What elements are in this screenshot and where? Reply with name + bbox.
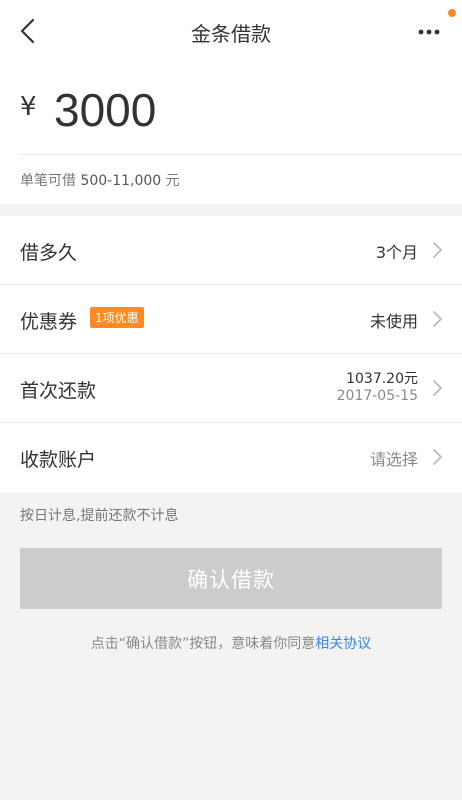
duration-value: 3个月: [375, 243, 418, 262]
payout-account-value: 请选择: [369, 450, 418, 469]
top-nav-bar: 金条借款: [0, 0, 462, 64]
coupon-value: 未使用: [369, 312, 418, 331]
page-title: 金条借款: [191, 22, 271, 46]
section-gap: [0, 204, 462, 216]
payout-account-label: 收款账户: [20, 449, 97, 471]
duration-row[interactable]: 借多久 3个月: [0, 216, 462, 285]
loan-limit-text: 单笔可借 500-11,000 元: [20, 170, 180, 190]
amount-section: ¥ 单笔可借 500-11,000 元: [0, 64, 462, 204]
payout-account-row[interactable]: 收款账户 请选择: [0, 423, 462, 493]
confirm-loan-button[interactable]: 确认借款: [20, 548, 442, 609]
notification-dot: [448, 9, 456, 17]
chevron-right-icon: [433, 380, 442, 396]
agreement-link[interactable]: 相关协议: [315, 636, 371, 652]
more-button[interactable]: [414, 18, 448, 44]
interest-note: 按日计息,提前还款不计息: [20, 508, 179, 524]
loan-page: 金条借款 ¥ 单笔可借 500-11,000 元 借多久 3个月: [0, 0, 462, 800]
chevron-right-icon: [433, 242, 442, 258]
first-repayment-date: 2017-05-15: [336, 388, 418, 404]
agreement-text: 点击“确认借款”按钮，意味着你同意相关协议: [0, 633, 462, 653]
coupon-row[interactable]: 优惠券 1项优惠 未使用: [0, 285, 462, 354]
first-repayment-amount: 1037.20元: [346, 371, 418, 387]
chevron-right-icon: [433, 311, 442, 327]
first-repayment-label: 首次还款: [20, 380, 97, 402]
coupon-badge: 1项优惠: [90, 307, 144, 328]
loan-options-list: 借多久 3个月 优惠券 1项优惠 未使用 首次还款 1037.20元 2017-…: [0, 216, 462, 493]
more-dots-icon: [418, 29, 440, 35]
limit-range: 500-11,000: [80, 173, 162, 189]
first-repayment-row[interactable]: 首次还款 1037.20元 2017-05-15: [0, 354, 462, 423]
coupon-label: 优惠券: [20, 311, 78, 333]
limit-suffix: 元: [165, 173, 180, 189]
limit-prefix: 单笔可借: [20, 173, 76, 189]
duration-label: 借多久: [20, 242, 78, 264]
currency-symbol: ¥: [20, 92, 37, 122]
loan-amount-input[interactable]: [54, 82, 434, 138]
agreement-prefix: 点击“确认借款”按钮，意味着你同意: [90, 636, 316, 652]
chevron-right-icon: [433, 449, 442, 465]
divider: [20, 154, 462, 155]
